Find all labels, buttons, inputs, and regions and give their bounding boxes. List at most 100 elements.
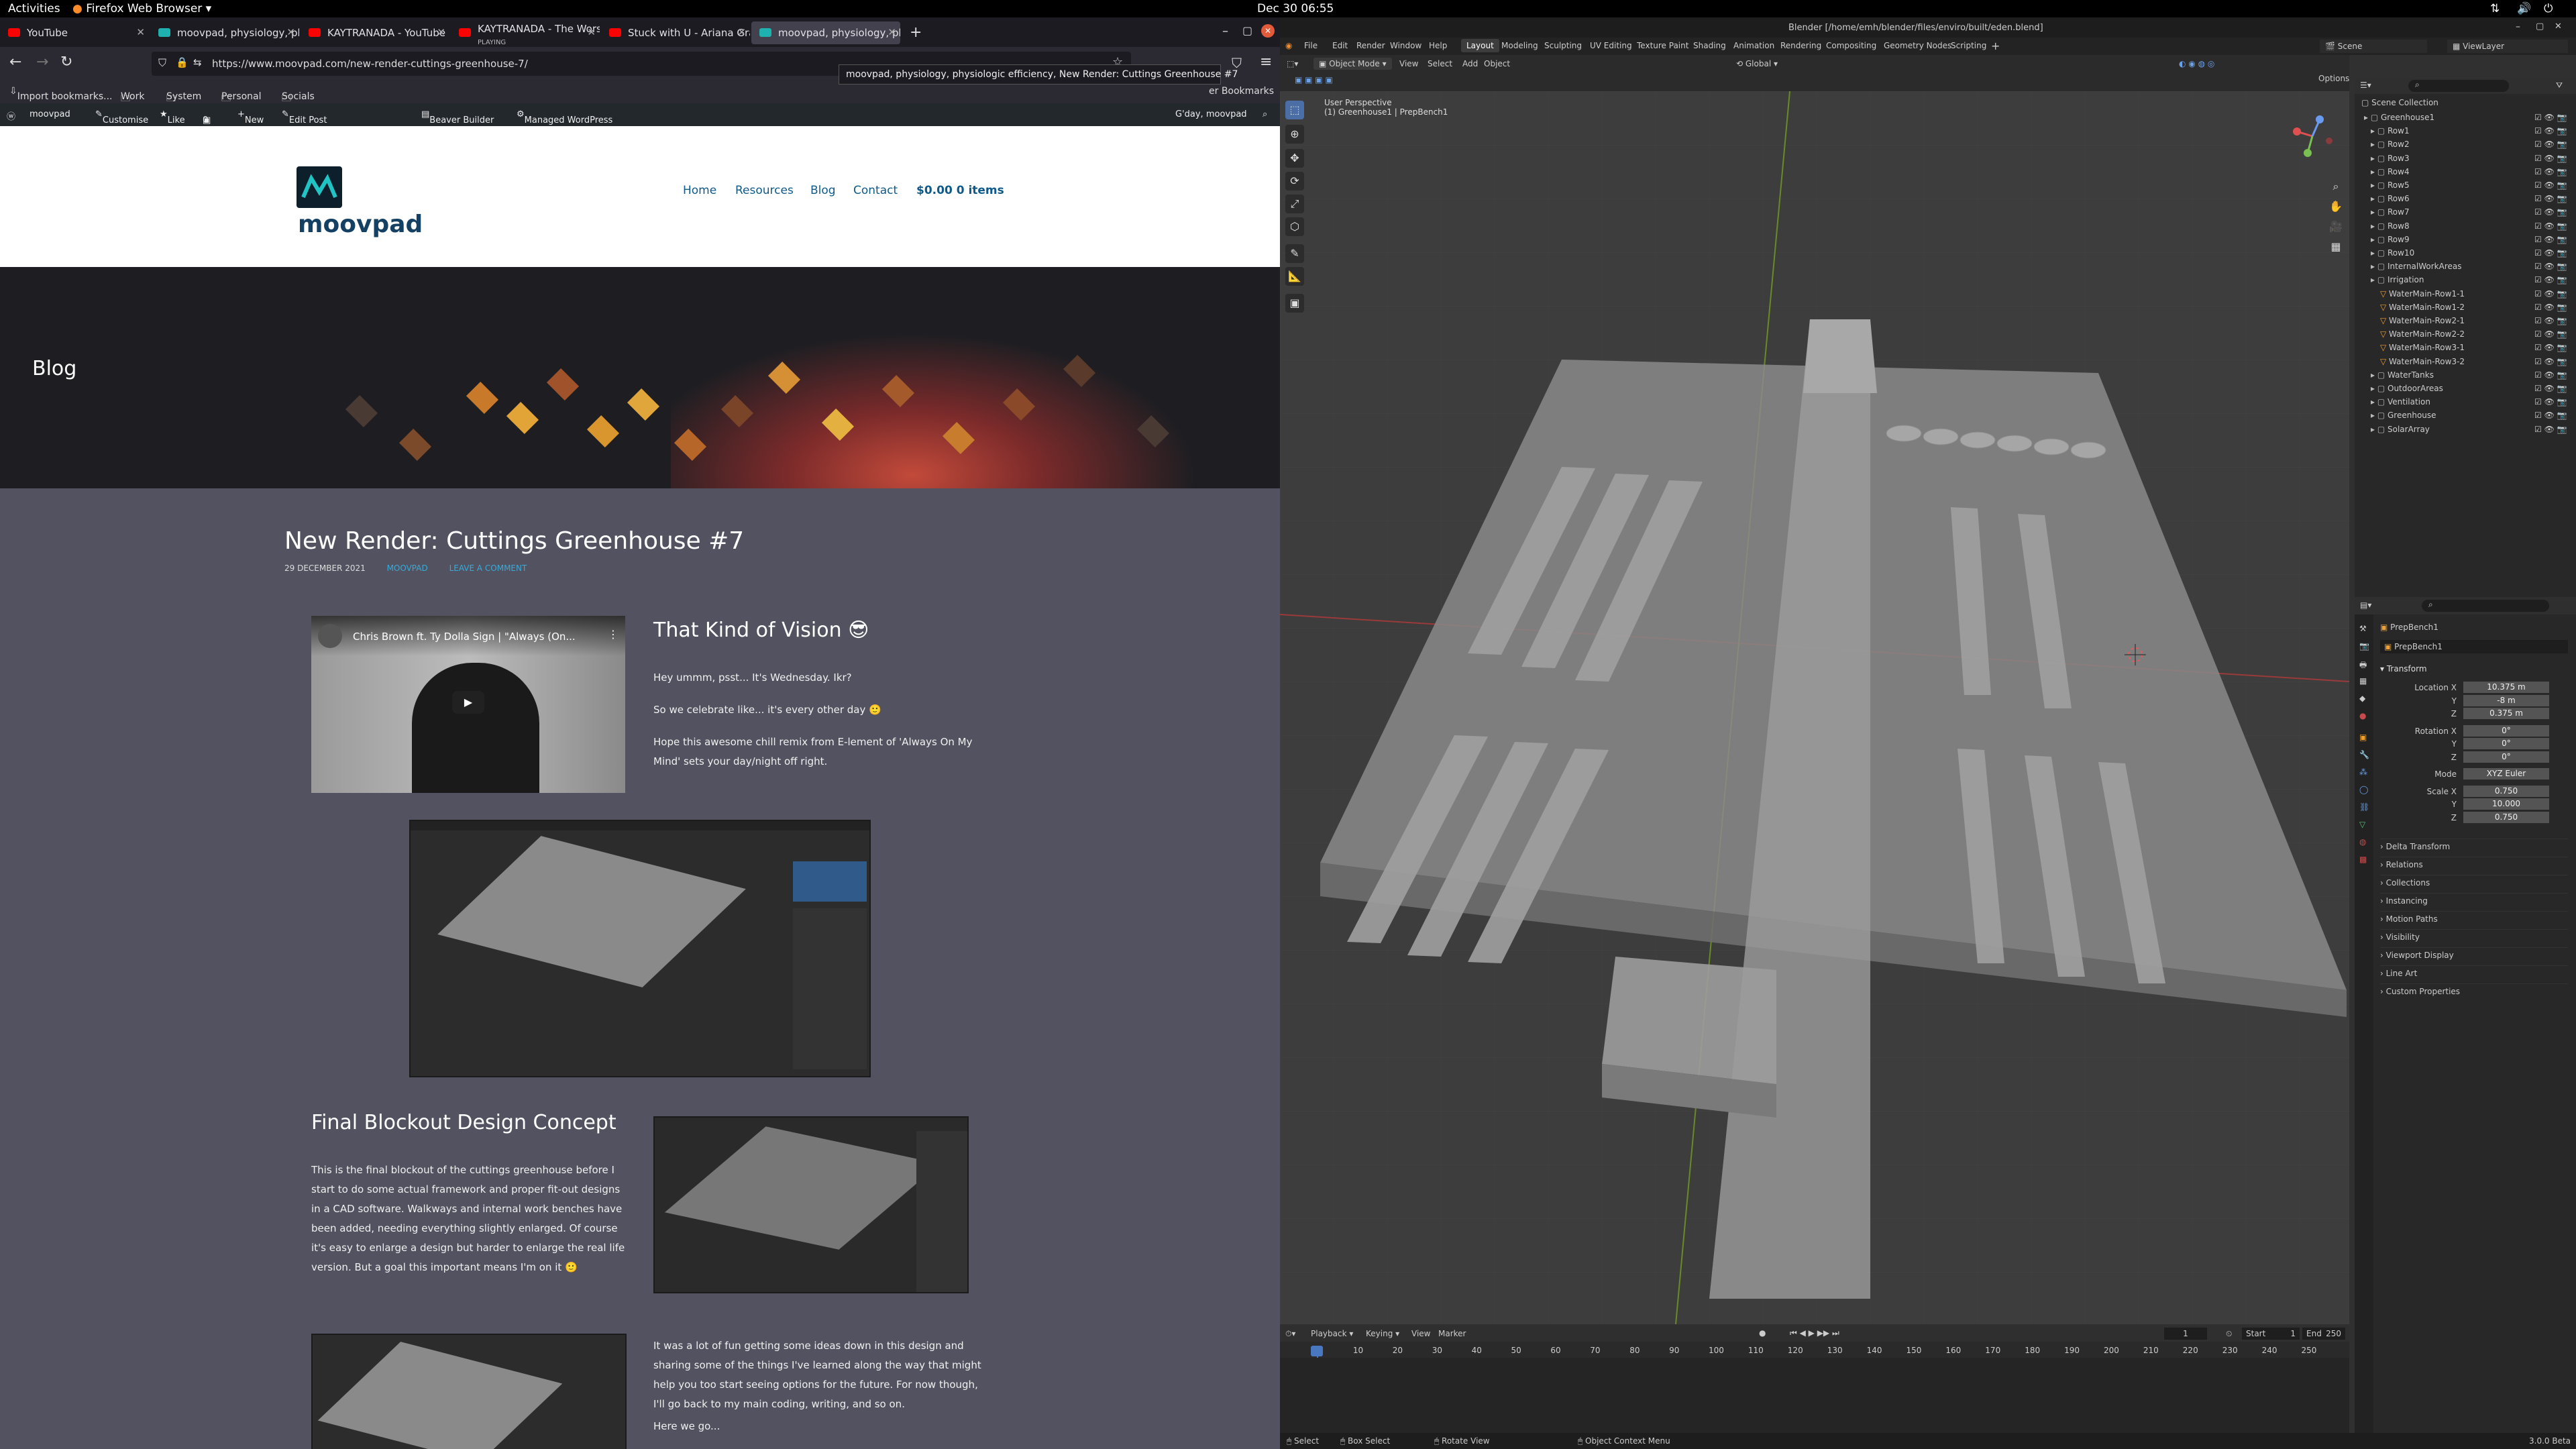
timeline-editor-icon[interactable]: ⏱▾: [1285, 1329, 1295, 1339]
output-tab-icon[interactable]: 🖶: [2359, 659, 2367, 673]
properties-section[interactable]: › Delta Transform: [2380, 839, 2568, 851]
scene-selector[interactable]: 🎬 Scene: [2320, 40, 2427, 53]
minimize-icon[interactable]: –: [1222, 24, 1228, 38]
visibility-icon[interactable]: ☑ 👁 📷: [2534, 357, 2567, 366]
workspace-tab-shading[interactable]: Shading: [1693, 41, 1726, 50]
visibility-icon[interactable]: ☑ 👁 📷: [2534, 207, 2567, 217]
outliner-item[interactable]: ▽ WaterMain-Row1-1 ☑ 👁 📷: [2380, 289, 2567, 299]
outliner-scene-collection[interactable]: ▢ Scene Collection: [2361, 98, 2438, 107]
render-image-3[interactable]: [311, 1334, 627, 1449]
outliner-item[interactable]: ▽ WaterMain-Row1-2 ☑ 👁 📷: [2380, 303, 2567, 312]
add-cube-tool-icon[interactable]: ▣: [1285, 294, 1304, 313]
tool-tab-icon[interactable]: ⚒: [2359, 624, 2367, 633]
outliner-item[interactable]: ▽ WaterMain-Row2-2 ☑ 👁 📷: [2380, 329, 2567, 339]
properties-section[interactable]: › Collections: [2380, 875, 2568, 888]
visibility-icon[interactable]: ☑ 👁 📷: [2534, 329, 2567, 339]
current-frame-field[interactable]: 1: [2164, 1328, 2207, 1340]
visibility-icon[interactable]: ☑ 👁 📷: [2534, 113, 2567, 122]
data-tab-icon[interactable]: ▽: [2359, 820, 2365, 829]
view-layer-tab-icon[interactable]: ▦: [2359, 676, 2367, 686]
workspace-tab-texture-paint[interactable]: Texture Paint: [1637, 41, 1688, 50]
measure-tool-icon[interactable]: 📐: [1285, 267, 1304, 286]
wp-managed-wordpress[interactable]: ⚙ Managed WordPress: [517, 109, 612, 125]
volume-icon[interactable]: 🔊: [2517, 2, 2531, 15]
visibility-icon[interactable]: ☑ 👁 📷: [2534, 289, 2567, 299]
moovpad-logo-icon[interactable]: [297, 166, 342, 208]
outliner-item[interactable]: ▸ ▢ Irrigation ☑ 👁 📷: [2371, 275, 2567, 284]
menu-edit[interactable]: Edit: [1332, 41, 1348, 50]
properties-search[interactable]: ⌕: [2422, 600, 2549, 612]
properties-editor-icon[interactable]: ▤▾: [2360, 600, 2371, 610]
wp-new[interactable]: + New: [237, 109, 264, 125]
pan-icon[interactable]: ✋: [2326, 197, 2345, 216]
video-embed[interactable]: Chris Brown ft. Ty Dolla Sign | "Always …: [311, 616, 625, 793]
render-image-2[interactable]: [653, 1116, 969, 1293]
wp-beaver-builder[interactable]: ▤ Beaver Builder: [421, 109, 494, 125]
record-icon[interactable]: ●: [1759, 1328, 1766, 1338]
timeline-menu-playback[interactable]: Playback ▾: [1311, 1329, 1353, 1338]
field-value[interactable]: 0.750: [2463, 785, 2549, 797]
scale-tool-icon[interactable]: ⤢: [1285, 195, 1304, 213]
menu-render[interactable]: Render: [1356, 41, 1385, 50]
forward-icon[interactable]: →: [36, 54, 48, 70]
play-button-icon[interactable]: ▶: [452, 691, 484, 714]
nav-resources[interactable]: Resources: [735, 184, 794, 197]
field-value[interactable]: 0.375 m: [2463, 708, 2549, 719]
outliner-item[interactable]: ▸ ▢ Greenhouse ☑ 👁 📷: [2371, 411, 2567, 420]
video-title[interactable]: Chris Brown ft. Ty Dolla Sign | "Always …: [353, 631, 576, 643]
close-window-icon[interactable]: ✕: [1261, 24, 1275, 38]
close-tab-icon[interactable]: ✕: [136, 26, 145, 38]
particles-tab-icon[interactable]: ⁂: [2359, 767, 2367, 777]
workspace-tab-animation[interactable]: Animation: [1733, 41, 1774, 50]
playhead[interactable]: [1311, 1346, 1323, 1356]
outliner-item[interactable]: ▸ ▢ Row9 ☑ 👁 📷: [2371, 235, 2567, 244]
close-window-icon[interactable]: ✕: [2555, 21, 2562, 32]
viewport-menu-select[interactable]: Select: [1428, 59, 1452, 68]
outliner-item[interactable]: ▸ ▢ Row3 ☑ 👁 📷: [2371, 154, 2567, 163]
object-mode-dropdown[interactable]: ▣ Object Mode ▾: [1313, 58, 1392, 70]
app-menu[interactable]: ● Firefox Web Browser ▾: [72, 2, 211, 15]
3d-viewport[interactable]: User Perspective (1) Greenhouse1 | PrepB…: [1280, 91, 2349, 1324]
tab-moovpad-active[interactable]: moovpad, physiology, phy ✕: [751, 21, 900, 44]
playback-controls-icon[interactable]: ⏮ ◀ ▶ ▶▶ ⏭: [1790, 1328, 1839, 1338]
nav-contact[interactable]: Contact: [853, 184, 898, 197]
outliner-item[interactable]: ▽ WaterMain-Row3-2 ☑ 👁 📷: [2380, 357, 2567, 366]
lock-icon[interactable]: 🔒: [176, 56, 189, 68]
nav-blog[interactable]: Blog: [810, 184, 836, 197]
world-tab-icon[interactable]: ●: [2359, 711, 2366, 720]
visibility-icon[interactable]: ☑ 👁 📷: [2534, 154, 2567, 163]
field-value[interactable]: 0°: [2463, 738, 2549, 749]
outliner-editor-icon[interactable]: ☰▾: [2360, 80, 2371, 90]
maximize-icon[interactable]: ▢: [2536, 21, 2544, 32]
properties-section[interactable]: › Motion Paths: [2380, 911, 2568, 924]
editor-type-icon[interactable]: ⬚▾: [1287, 59, 1298, 68]
timeline-menu-marker[interactable]: Marker: [1438, 1329, 1466, 1338]
visibility-icon[interactable]: ☑ 👁 📷: [2534, 370, 2567, 380]
navigation-gizmo-icon[interactable]: [2288, 111, 2337, 161]
workspace-tab-layout[interactable]: Layout: [1461, 39, 1499, 52]
render-image-1[interactable]: [409, 820, 871, 1077]
network-icon[interactable]: ⇅: [2490, 2, 2500, 15]
transform-tool-icon[interactable]: ⬡: [1285, 217, 1304, 236]
back-icon[interactable]: ←: [9, 54, 21, 70]
visibility-icon[interactable]: ☑ 👁 📷: [2534, 397, 2567, 407]
scene-tab-icon[interactable]: ◆: [2359, 694, 2365, 703]
visibility-icon[interactable]: ☑ 👁 📷: [2534, 411, 2567, 420]
annotate-tool-icon[interactable]: ✎: [1285, 244, 1304, 263]
menu-file[interactable]: File: [1304, 41, 1318, 50]
post-author-link[interactable]: MOOVPAD: [387, 564, 428, 573]
field-value[interactable]: XYZ Euler: [2463, 768, 2549, 780]
properties-section[interactable]: › Viewport Display: [2380, 947, 2568, 960]
outliner-item[interactable]: ▸ ▢ WaterTanks ☑ 👁 📷: [2371, 370, 2567, 380]
select-box-tool-icon[interactable]: ⬚: [1285, 101, 1304, 119]
visibility-icon[interactable]: ☑ 👁 📷: [2534, 262, 2567, 271]
field-value[interactable]: 0°: [2463, 751, 2549, 763]
workspace-tab-scripting[interactable]: Scripting: [1951, 41, 1986, 50]
outliner-item[interactable]: ▸ ▢ SolarArray ☑ 👁 📷: [2371, 425, 2567, 434]
filter-icon[interactable]: ⛛: [2556, 80, 2563, 91]
power-icon[interactable]: ⏻: [2544, 2, 2553, 15]
leave-comment-link[interactable]: LEAVE A COMMENT: [449, 564, 527, 573]
texture-tab-icon[interactable]: ▩: [2359, 855, 2367, 864]
tab-stuck-with-u[interactable]: Stuck with U - Ariana Gra ✕: [601, 21, 750, 44]
field-value[interactable]: 0°: [2463, 724, 2549, 737]
